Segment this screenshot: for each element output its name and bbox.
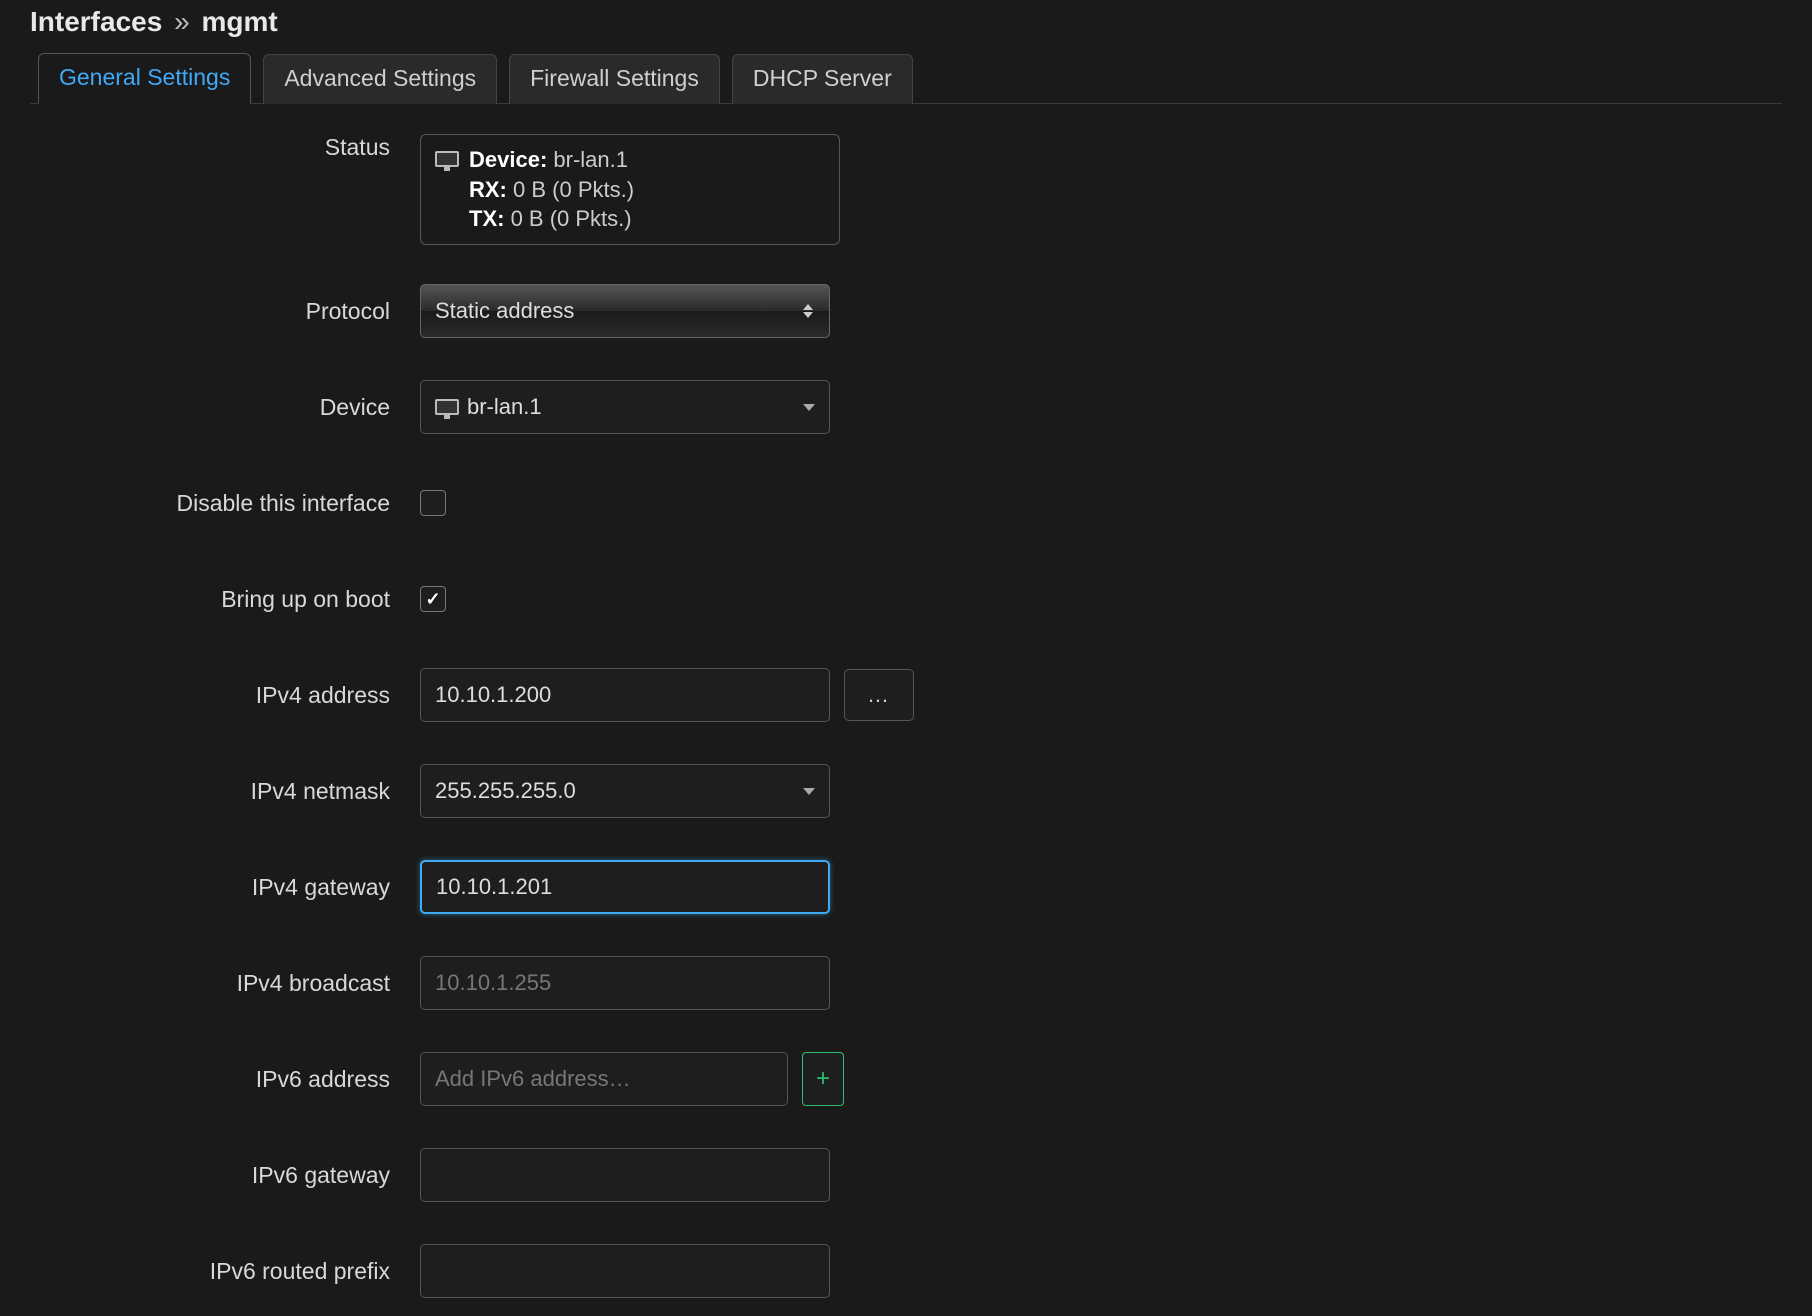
label-disable: Disable this interface (30, 490, 420, 517)
updown-icon (801, 304, 815, 318)
chevron-down-icon (803, 404, 815, 411)
breadcrumb-separator: » (170, 6, 194, 37)
tab-firewall-settings[interactable]: Firewall Settings (509, 54, 720, 104)
ipv4-gateway-input[interactable] (420, 860, 830, 914)
ipv6-routed-prefix-input[interactable] (420, 1244, 830, 1298)
label-ipv4-netmask: IPv4 netmask (30, 778, 420, 805)
ipv6-address-add-button[interactable]: + (802, 1052, 844, 1106)
ipv4-netmask-value: 255.255.255.0 (435, 778, 803, 804)
status-device-value: br-lan.1 (553, 147, 628, 172)
tab-advanced-settings[interactable]: Advanced Settings (263, 54, 497, 104)
ipv4-broadcast-input[interactable] (420, 956, 830, 1010)
ipv6-address-input[interactable] (420, 1052, 788, 1106)
label-ipv4-gateway: IPv4 gateway (30, 874, 420, 901)
page-title: Interfaces » mgmt (30, 0, 1782, 52)
tab-bar: General Settings Advanced Settings Firew… (30, 52, 1782, 104)
status-box: Device: br-lan.1 RX: 0 B (0 Pkts.) TX: 0… (420, 134, 840, 245)
status-tx-value: 0 B (0 Pkts.) (511, 206, 632, 231)
disable-interface-checkbox[interactable] (420, 490, 446, 516)
label-ipv6-address: IPv6 address (30, 1066, 420, 1093)
breadcrumb-name: mgmt (201, 6, 277, 37)
label-ipv4-broadcast: IPv4 broadcast (30, 970, 420, 997)
status-rx-value: 0 B (0 Pkts.) (513, 177, 634, 202)
ipv6-gateway-input[interactable] (420, 1148, 830, 1202)
tab-general-settings[interactable]: General Settings (38, 53, 251, 104)
label-ipv6-routed-prefix: IPv6 routed prefix (30, 1258, 420, 1285)
label-status: Status (30, 134, 420, 161)
device-icon (435, 151, 459, 167)
ipv4-netmask-select[interactable]: 255.255.255.0 (420, 764, 830, 818)
bring-up-on-boot-checkbox[interactable] (420, 586, 446, 612)
ipv4-address-more-button[interactable]: … (844, 669, 914, 721)
ipv4-address-input[interactable] (420, 668, 830, 722)
label-ipv4-address: IPv4 address (30, 682, 420, 709)
breadcrumb-section: Interfaces (30, 6, 162, 37)
device-select[interactable]: br-lan.1 (420, 380, 830, 434)
label-bringup: Bring up on boot (30, 586, 420, 613)
status-device-label: Device: (469, 147, 547, 172)
status-tx-label: TX: (469, 206, 504, 231)
protocol-select-value: Static address (435, 298, 801, 324)
device-icon (435, 399, 459, 415)
label-device: Device (30, 394, 420, 421)
status-rx-label: RX: (469, 177, 507, 202)
chevron-down-icon (803, 788, 815, 795)
label-protocol: Protocol (30, 298, 420, 325)
device-select-value: br-lan.1 (467, 394, 803, 420)
tab-dhcp-server[interactable]: DHCP Server (732, 54, 913, 104)
protocol-select[interactable]: Static address (420, 284, 830, 338)
label-ipv6-gateway: IPv6 gateway (30, 1162, 420, 1189)
